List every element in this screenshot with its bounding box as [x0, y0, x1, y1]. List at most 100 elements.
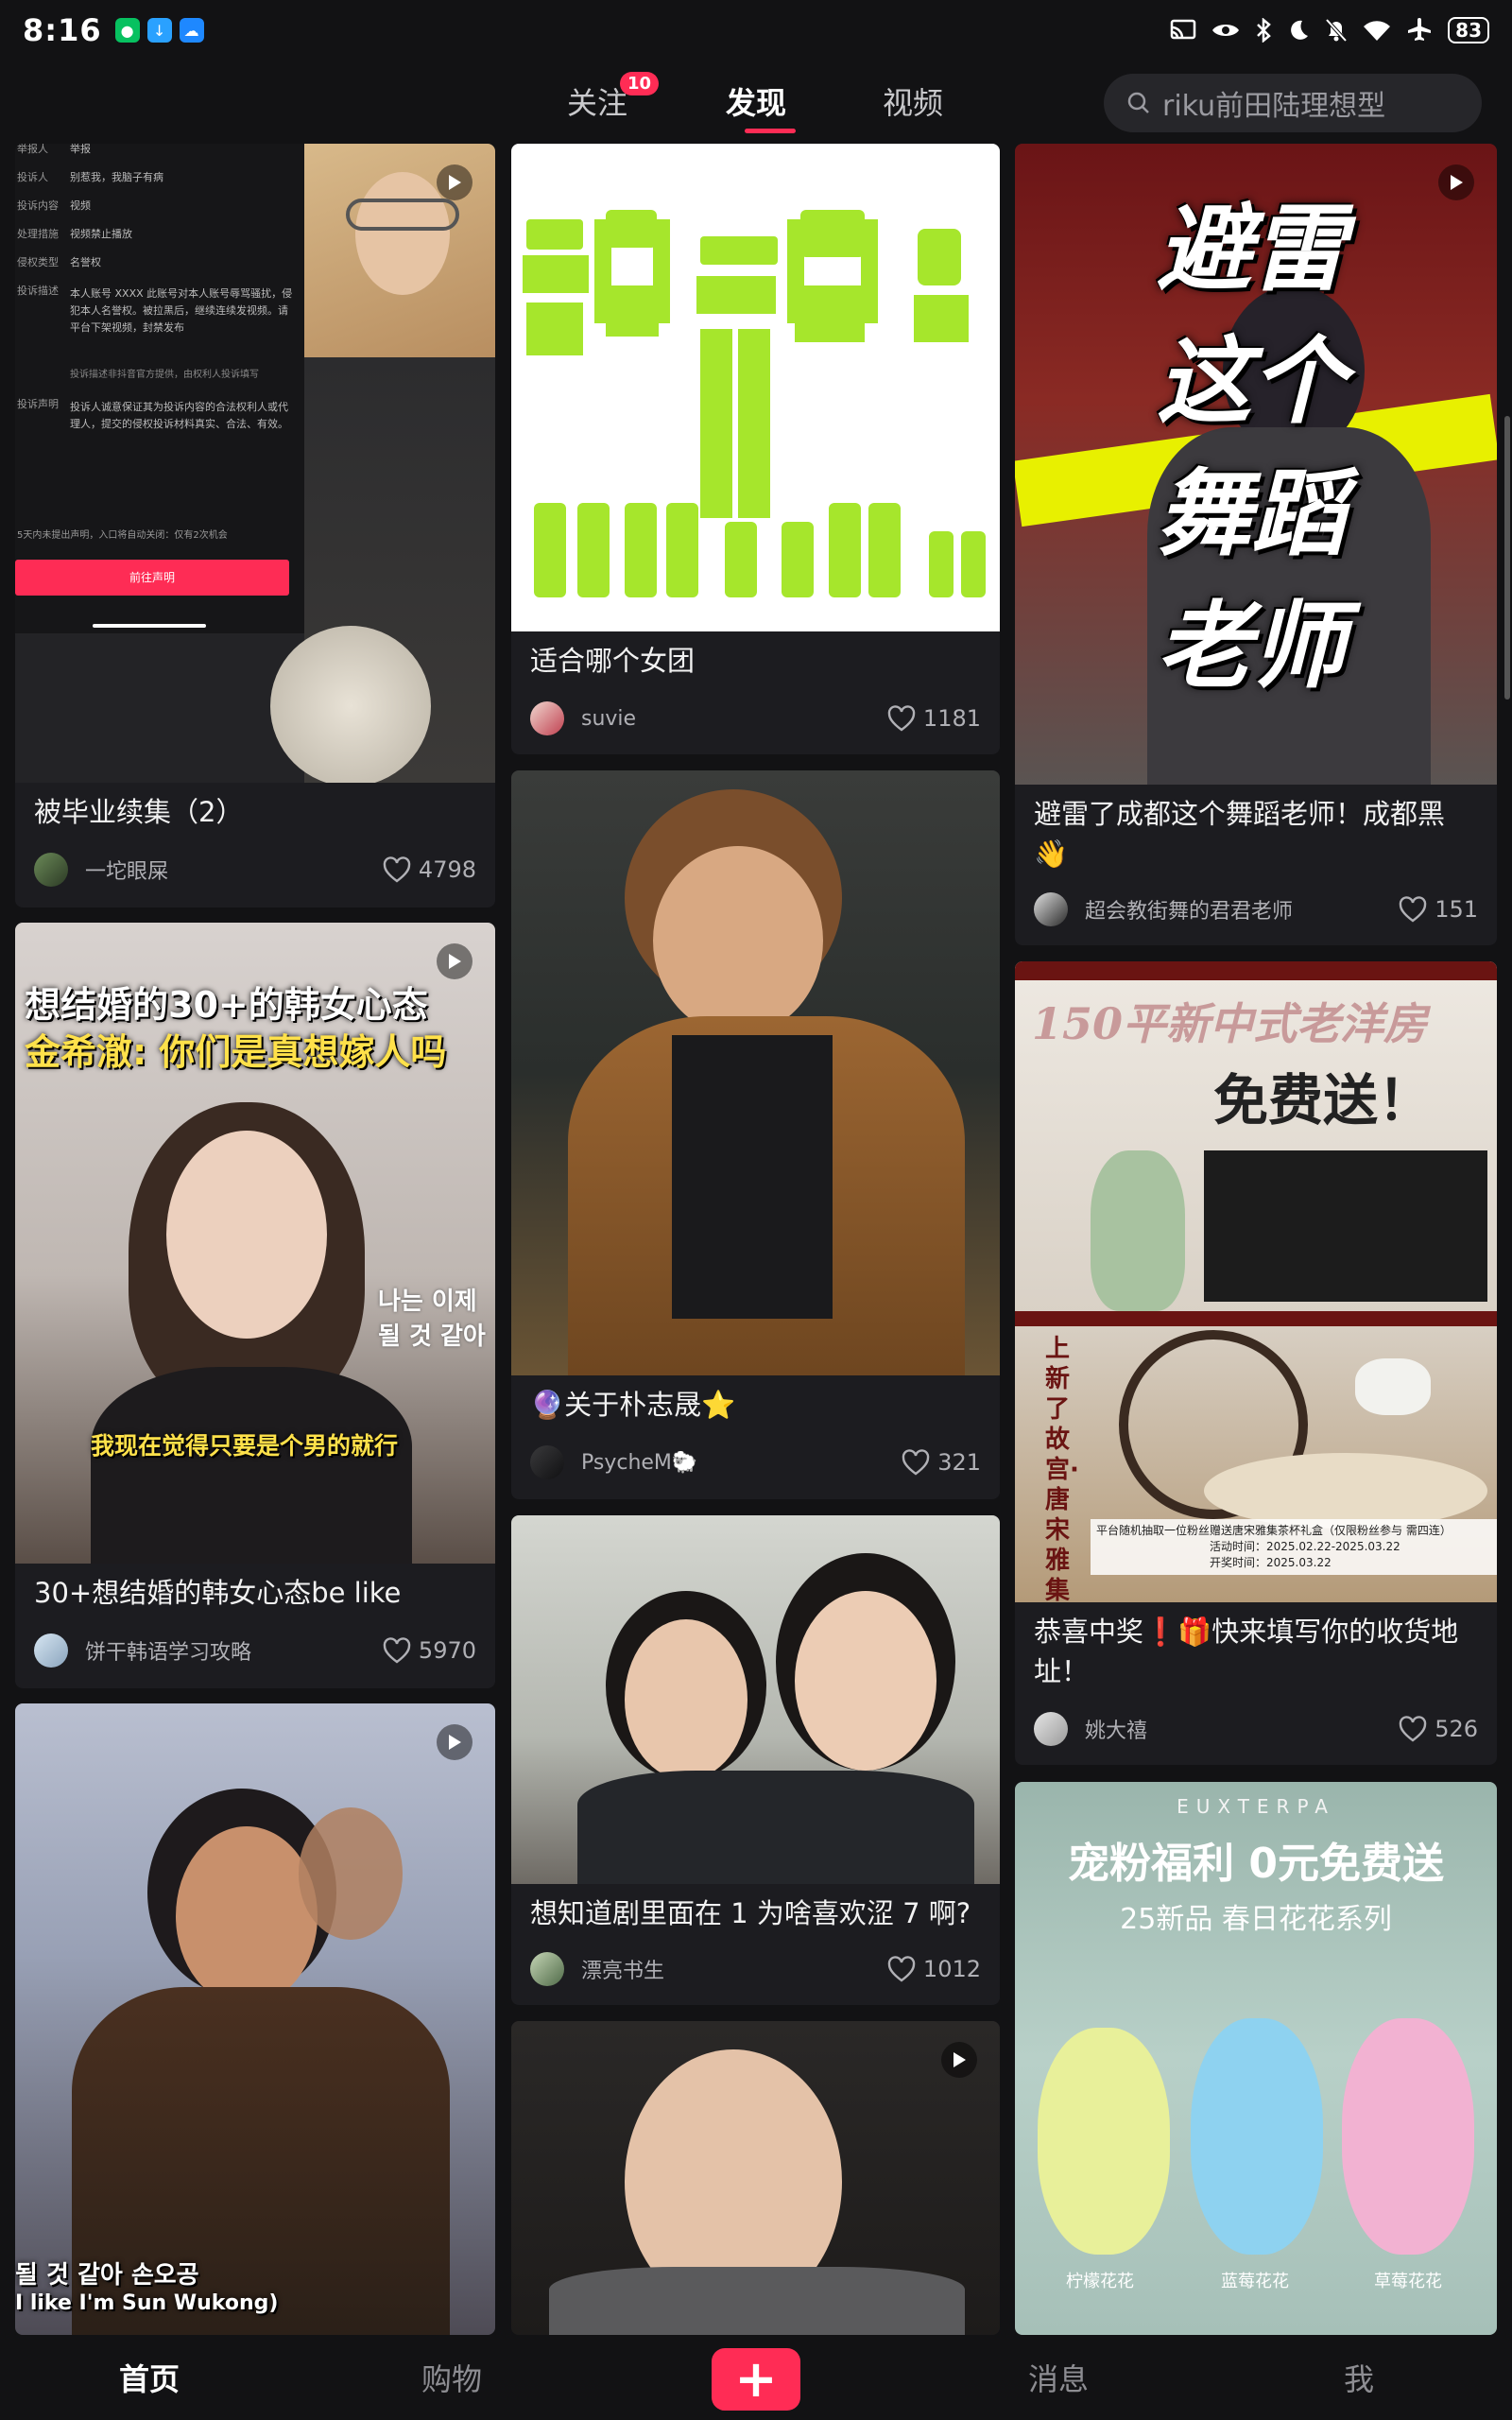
author-name[interactable]: 姚大禧	[1085, 1714, 1399, 1744]
overlay-korean: 나는 이제 될 것 같아	[378, 1288, 486, 1351]
brand-name: EUXTERPA	[1177, 1795, 1335, 1818]
video-indicator	[941, 2042, 977, 2078]
airplane-icon	[1408, 18, 1432, 41]
avatar[interactable]	[1034, 892, 1068, 926]
like-button[interactable]: 1012	[887, 1956, 981, 1982]
card-thumbnail: 150平新中式老洋房 免费送！ 上新了故宫·唐宋雅集 平台随机抽取一位粉丝赠送唐…	[1015, 961, 1497, 1602]
overlay-headline: 想结婚的30+的韩女心态	[25, 984, 428, 1026]
tab-video[interactable]: 视频	[883, 79, 943, 123]
complaint-note: 投诉描述非抖音官方提供，由权利人投诉填写	[70, 370, 259, 380]
card-thumbnail: 举报人 举报 投诉人 别惹我，我脑子有病 投诉内容 视频 处理措施 视频禁止播放…	[15, 144, 495, 783]
like-button[interactable]: 5970	[383, 1637, 476, 1664]
like-count: 1012	[922, 1956, 981, 1982]
unread-badge: 10	[620, 72, 660, 95]
card-meta: 饼干韩语学习攻略 5970	[34, 1632, 476, 1669]
video-indicator	[1438, 164, 1474, 200]
like-button[interactable]: 321	[902, 1449, 981, 1476]
promo-box: 平台随机抽取一位粉丝赠送唐宋雅集茶杯礼盒（仅限粉丝参与 需四连） 活动时间：20…	[1091, 1519, 1497, 1575]
feed-card[interactable]: 될 것 같아 손오공 I like I'm Sun Wukong)	[15, 1703, 495, 2335]
video-indicator	[437, 943, 472, 979]
row-label: 举报人	[17, 144, 48, 155]
author-name[interactable]: 漂亮书生	[581, 1954, 887, 1984]
card-title: 被毕业续集（2）	[34, 796, 244, 828]
card-meta: 超会教街舞的君君老师 151	[1034, 890, 1478, 928]
like-button[interactable]: 4798	[383, 856, 476, 883]
avatar[interactable]	[530, 1445, 564, 1479]
feed-card[interactable]: 🔮关于朴志晟⭐ PsycheM🐑 321	[511, 770, 1000, 1499]
nav-messages[interactable]: 消息	[1028, 2356, 1089, 2399]
like-button[interactable]: 151	[1399, 896, 1478, 923]
nav-shopping[interactable]: 购物	[421, 2356, 482, 2399]
overlay-headline: 150平新中式老洋房	[1032, 998, 1428, 1049]
tab-label: 视频	[883, 85, 944, 121]
nav-me[interactable]: 我	[1344, 2356, 1374, 2399]
play-icon	[954, 2052, 966, 2067]
overlay-subtitle: 我现在觉得只要是个男的就行	[91, 1432, 399, 1460]
complaint-panel: 举报人 举报 投诉人 别惹我，我脑子有病 投诉内容 视频 处理措施 视频禁止播放…	[15, 144, 304, 633]
tab-discover[interactable]: 发现	[726, 79, 796, 133]
overlay-subheadline: 金希澈: 你们是真想嫁人吗	[25, 1031, 447, 1073]
author-name[interactable]: PsycheM🐑	[581, 1451, 902, 1475]
overlay-caption-en: I like I'm Sun Wukong)	[15, 2291, 279, 2315]
like-count: 4798	[418, 856, 476, 883]
avatar[interactable]	[530, 1952, 564, 1986]
card-thumbnail: 想结婚的30+的韩女心态 金希澈: 你们是真想嫁人吗 나는 이제 될 것 같아 …	[15, 923, 495, 1564]
card-meta: 一坨眼屎 4798	[34, 851, 476, 889]
avatar[interactable]	[530, 701, 564, 735]
feed-card[interactable]: 举报人 举报 投诉人 别惹我，我脑子有病 投诉内容 视频 处理措施 视频禁止播放…	[15, 144, 495, 908]
feed-card[interactable]	[511, 2021, 1000, 2335]
feed-card[interactable]: 想知道剧里面在 1 为啥喜欢涩 7 啊? 漂亮书生 1012	[511, 1515, 1000, 2005]
card-title: 🔮关于朴志晟⭐	[530, 1389, 736, 1421]
row-label: 侵权类型	[17, 256, 59, 268]
promo-text: 平台随机抽取一位粉丝赠送唐宋雅集茶杯礼盒（仅限粉丝参与 需四连）	[1096, 1524, 1452, 1537]
heart-icon	[902, 1449, 930, 1476]
battery-indicator: 83	[1448, 17, 1489, 43]
feed-card[interactable]: 适合哪个女团 suvie 1181	[511, 144, 1000, 754]
avatar[interactable]	[34, 1634, 68, 1668]
like-count: 1181	[922, 705, 981, 732]
feed-card[interactable]: 想结婚的30+的韩女心态 金希澈: 你们是真想嫁人吗 나는 이제 될 것 같아 …	[15, 923, 495, 1688]
author-name[interactable]: 一坨眼屎	[85, 855, 383, 885]
complaint-declaration: 投诉人诚意保证其为投诉内容的合法权利人或代理人，提交的侵权投诉材料真实、合法、有…	[70, 401, 288, 430]
tab-label: 发现	[726, 85, 787, 121]
tab-following[interactable]: 关注 10	[567, 72, 660, 123]
feed-card[interactable]: EUXTERPA 宠粉福利 0元免费送 25新品 春日花花系列 柠檬花花 蓝莓花…	[1015, 1782, 1497, 2335]
overlay-subheadline: 25新品 春日花花系列	[1120, 1903, 1392, 1936]
complaint-description: 本人账号 XXXX 此账号对本人账号辱骂骚扰，侵犯本人名誉权。被拉黑后，继续连续…	[70, 287, 293, 334]
like-button[interactable]: 1181	[887, 705, 981, 732]
scrollbar[interactable]	[1504, 416, 1510, 700]
search-icon	[1127, 92, 1149, 113]
row-label: 投诉描述	[17, 285, 59, 297]
author-name[interactable]: 饼干韩语学习攻略	[85, 1635, 383, 1666]
author-name[interactable]: 超会教街舞的君君老师	[1085, 894, 1399, 925]
row-value: 举报	[70, 144, 91, 155]
like-count: 526	[1435, 1716, 1478, 1742]
overlay-line: 避雷	[1157, 194, 1346, 304]
heart-icon	[1399, 1716, 1427, 1742]
like-count: 151	[1435, 896, 1478, 923]
feed-card[interactable]: 避雷 这个 舞蹈 老师 避雷了成都这个舞蹈老师！成都黑👋 超会教街舞的君君老师 …	[1015, 144, 1497, 945]
plus-icon: +	[734, 2349, 778, 2409]
feed-card[interactable]: 150平新中式老洋房 免费送！ 上新了故宫·唐宋雅集 平台随机抽取一位粉丝赠送唐…	[1015, 961, 1497, 1765]
card-thumbnail	[511, 144, 1000, 631]
complaint-footer: 5天内未提出声明，入口将自动关闭：仅有2次机会	[17, 530, 228, 541]
avatar[interactable]	[34, 853, 68, 887]
author-name[interactable]: suvie	[581, 707, 887, 731]
create-post-button[interactable]: +	[712, 2348, 800, 2411]
row-value: 视频	[70, 199, 91, 212]
promo-date: 活动时间：2025.02.22-2025.03.22	[1210, 1540, 1400, 1553]
wifi-icon	[1364, 21, 1391, 41]
row-value: 别惹我，我脑子有病	[70, 171, 163, 183]
nav-home[interactable]: 首页	[119, 2356, 180, 2399]
product-label: 草莓花花	[1374, 2272, 1442, 2291]
search-box[interactable]: riku前田陆理想型	[1104, 74, 1482, 132]
overlay-line: 这个	[1157, 326, 1346, 437]
heart-icon	[1399, 896, 1427, 923]
like-button[interactable]: 526	[1399, 1716, 1478, 1742]
tab-label: 关注	[567, 85, 628, 121]
play-icon	[1451, 175, 1463, 190]
bluetooth-icon	[1257, 18, 1272, 43]
avatar[interactable]	[1034, 1712, 1068, 1746]
play-icon	[449, 175, 461, 190]
card-thumbnail	[511, 770, 1000, 1375]
